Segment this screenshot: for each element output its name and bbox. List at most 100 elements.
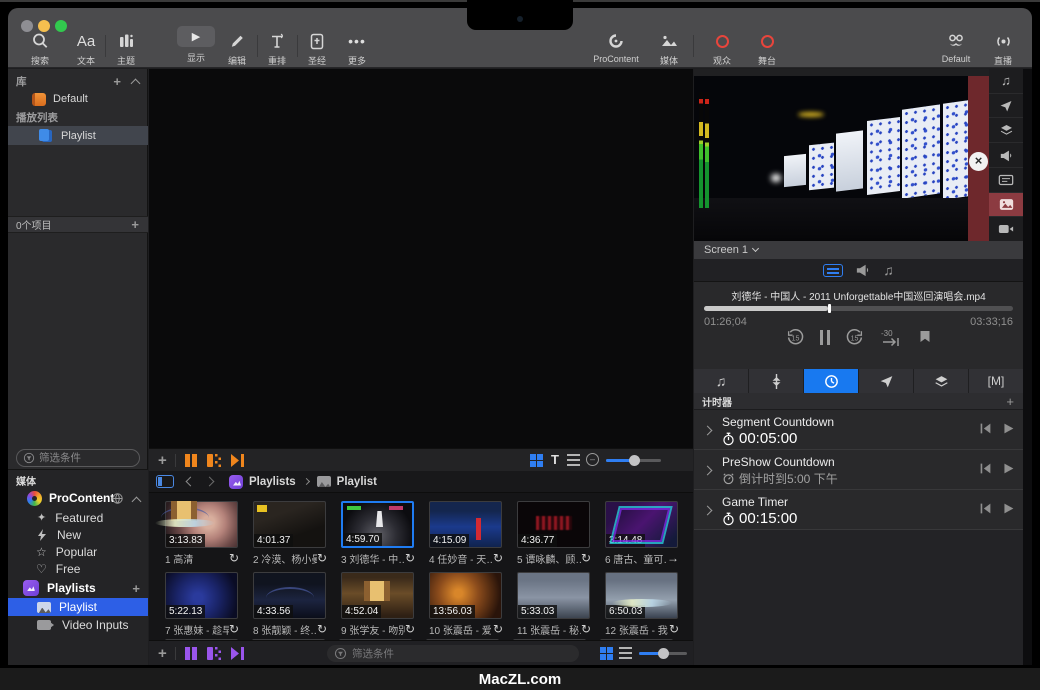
output-preview[interactable]	[694, 76, 968, 241]
breadcrumb-root[interactable]: Playlists	[249, 476, 296, 488]
skip-forward-15-button[interactable]: 15	[845, 328, 864, 347]
media-item[interactable]: 4:01.37 2 冷漠、杨小曼…↻	[253, 501, 341, 568]
media-thumbnail[interactable]: 5:33.03	[517, 572, 590, 619]
loop-icon[interactable]: ↻	[493, 551, 509, 565]
playlist-filter-input[interactable]	[39, 452, 125, 464]
loop-icon[interactable]: ↻	[581, 551, 597, 565]
nav-item-new[interactable]: New	[8, 526, 148, 543]
media-thumbnail[interactable]: 4:01.37	[253, 501, 326, 548]
clear-media-icon[interactable]	[207, 454, 221, 467]
add-library-icon[interactable]: +	[113, 74, 121, 89]
timer-row-game[interactable]: Game Timer 00:15:00	[694, 490, 1023, 530]
media-playlists-nav-item[interactable]: Playlists +	[8, 578, 148, 598]
nav-item-free[interactable]: ♡ Free	[8, 560, 148, 577]
media-item[interactable]: 4:15.09 4 任妙音 - 天…↻	[429, 501, 517, 568]
clear-media-close-button[interactable]: ×	[969, 152, 988, 171]
media-thumbnail[interactable]: 4:59.70	[341, 501, 414, 548]
media-thumbnail[interactable]: 13:56.03	[429, 572, 502, 619]
media-playlist-item[interactable]: Playlist	[8, 598, 148, 616]
media-pause-bars-icon[interactable]	[185, 647, 197, 660]
media-thumbnail[interactable]: 6:50.03	[605, 572, 678, 619]
screen-selector[interactable]: Screen 1	[694, 241, 1023, 259]
video-input-layer-tab[interactable]	[989, 217, 1023, 241]
announcements-layer-tab[interactable]	[989, 143, 1023, 168]
loop-icon[interactable]: ↻	[493, 622, 509, 636]
live-button[interactable]: 直播	[979, 31, 1027, 67]
thumbnail-size-slider[interactable]	[606, 459, 661, 462]
text-view-icon[interactable]: T	[551, 452, 559, 467]
search-button[interactable]: 搜索	[16, 31, 64, 67]
media-item[interactable]: 3:14.48 6 唐古、童可…→	[605, 501, 693, 568]
media-filter-field[interactable]	[327, 645, 579, 662]
tab-messages[interactable]	[859, 369, 914, 393]
media-thumbnail[interactable]: 4:52.04	[341, 572, 414, 619]
add-media-icon[interactable]: +	[158, 645, 167, 662]
loop-icon[interactable]: ↻	[229, 551, 245, 565]
skip-to-last-30-button[interactable]: -30	[879, 328, 903, 347]
forward-icon[interactable]	[205, 477, 215, 487]
tab-macros[interactable]: [M]	[969, 369, 1023, 393]
media-thumbnail[interactable]: 5:22.13	[165, 572, 238, 619]
breadcrumb-current[interactable]: Playlist	[337, 476, 377, 488]
audience-screen-button[interactable]: 观众	[698, 31, 746, 67]
default-look-button[interactable]: Default	[928, 31, 984, 64]
theme-button[interactable]: 主题	[102, 31, 150, 67]
media-item[interactable]: 5:22.13 7 张惠妹 - 趁早…↻	[165, 572, 253, 639]
bookmark-button[interactable]	[918, 330, 932, 346]
music-note-icon[interactable]: ♫	[883, 262, 894, 278]
slide-layer-tab[interactable]	[989, 168, 1023, 193]
media-item[interactable]: 5:33.03 11 张震岳 - 秘…↻	[517, 572, 605, 639]
expand-chevron-icon[interactable]	[703, 426, 713, 436]
media-layer-tab-active[interactable]	[989, 193, 1023, 218]
loop-icon[interactable]: ↻	[669, 622, 685, 636]
playback-progress-bar[interactable]	[704, 306, 1013, 311]
collapse-library-icon[interactable]	[131, 79, 141, 89]
media-grid-dots-icon[interactable]	[207, 647, 221, 660]
add-item-icon[interactable]: +	[131, 217, 139, 232]
grid-view-icon[interactable]	[600, 647, 606, 653]
list-view-icon[interactable]	[567, 454, 580, 466]
stage-screen-button[interactable]: 舞台	[743, 31, 791, 67]
media-item-selected[interactable]: 4:59.70 3 刘德华 - 中…↻	[341, 501, 429, 568]
start-timer-icon[interactable]	[1002, 422, 1015, 435]
media-thumbnail[interactable]: 3:14.48	[605, 501, 678, 548]
media-thumbnail[interactable]: 4:36.77	[517, 501, 590, 548]
loop-icon[interactable]: ↻	[317, 551, 333, 565]
megaphone-icon[interactable]	[855, 263, 871, 277]
sidebar-toggle-icon[interactable]	[156, 475, 174, 488]
media-thumbnail[interactable]: 4:33.56	[253, 572, 326, 619]
grid-view-icon[interactable]	[530, 454, 536, 460]
media-button[interactable]: 媒体	[645, 31, 693, 67]
start-timer-icon[interactable]	[1002, 462, 1015, 475]
media-item[interactable]: 4:36.77 5 谭咏麟、顾…↻	[517, 501, 605, 568]
nav-item-featured[interactable]: ✦ Featured	[8, 509, 148, 526]
loop-icon[interactable]: ↻	[581, 622, 597, 636]
clear-slide-icon[interactable]	[185, 454, 197, 467]
playlist-item[interactable]: Playlist	[8, 126, 148, 145]
skip-back-15-button[interactable]: 15	[786, 328, 805, 347]
loop-icon[interactable]: ↻	[405, 551, 421, 565]
expand-chevron-icon[interactable]	[703, 466, 713, 476]
procontent-button[interactable]: ProContent	[585, 31, 647, 64]
tab-layers[interactable]	[914, 369, 969, 393]
tab-timers-active[interactable]	[804, 369, 859, 393]
add-presentation-icon[interactable]: +	[158, 452, 167, 469]
tab-audio[interactable]: ♫	[694, 369, 749, 393]
list-view-icon[interactable]	[619, 647, 632, 659]
media-skip-icon[interactable]	[231, 647, 246, 660]
media-item[interactable]: 4:52.04 9 张学友 - 吻别…↻	[341, 572, 429, 639]
audio-layer-tab[interactable]: ♫	[989, 69, 1023, 94]
add-timer-icon[interactable]: +	[1006, 394, 1014, 409]
expand-chevron-icon[interactable]	[703, 506, 713, 516]
media-thumbnail[interactable]: 4:15.09	[429, 501, 502, 548]
slide-preview-mode-icon[interactable]	[823, 264, 843, 277]
procontent-nav-item[interactable]: ProContent	[8, 488, 148, 508]
props-layer-tab[interactable]	[989, 118, 1023, 143]
start-timer-icon[interactable]	[1002, 502, 1015, 515]
zoom-out-icon[interactable]: –	[586, 453, 599, 466]
add-media-playlist-icon[interactable]: +	[132, 581, 140, 596]
media-item[interactable]: 13:56.03 10 张震岳 - 爱…↻	[429, 572, 517, 639]
reset-timer-icon[interactable]	[979, 422, 992, 435]
timer-row-preshow[interactable]: PreShow Countdown 倒计时到5:00 下午	[694, 450, 1023, 490]
reset-timer-icon[interactable]	[979, 502, 992, 515]
